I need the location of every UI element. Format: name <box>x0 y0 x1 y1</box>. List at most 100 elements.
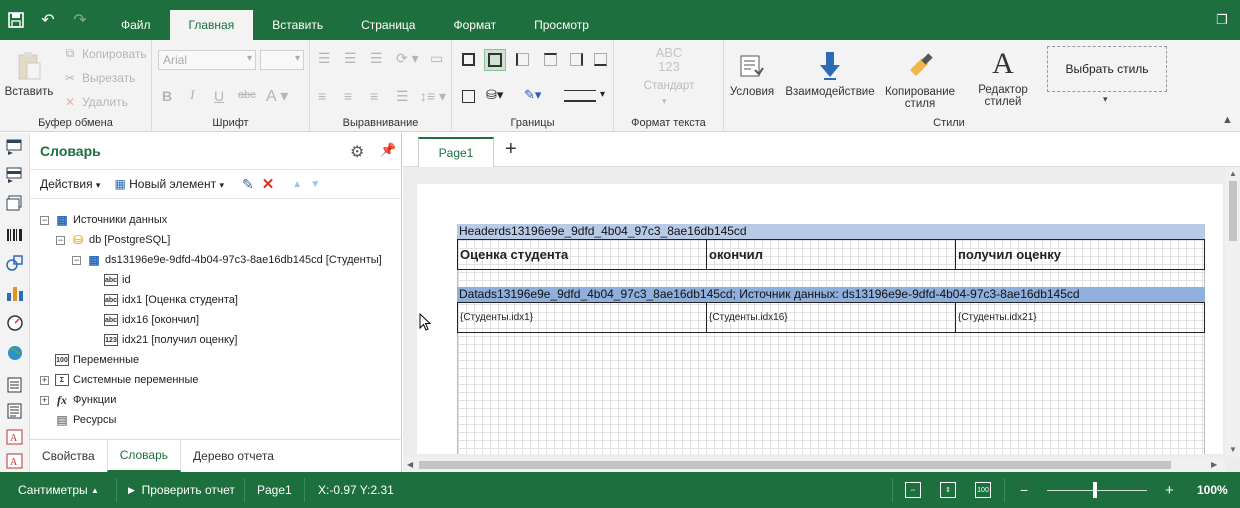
label-icon[interactable]: A <box>6 453 24 469</box>
units-button[interactable]: Сантиметры ▲ <box>18 472 99 508</box>
choose-style-box[interactable]: Выбрать стиль <box>1047 46 1167 92</box>
scroll-up-icon[interactable]: ▲ <box>1229 169 1237 178</box>
pin-icon[interactable]: 📌 <box>380 142 396 158</box>
tab-dictionary[interactable]: Словарь <box>106 440 182 472</box>
wrap-text-icon[interactable]: ▭ <box>430 50 443 67</box>
style-editor-button[interactable]: A Редактор стилей <box>970 48 1036 109</box>
text-box-icon[interactable]: A <box>6 429 24 445</box>
fit-width-icon[interactable]: ⇔ <box>905 482 921 498</box>
border-style-dropdown-icon[interactable]: ▾ <box>600 89 605 100</box>
page-tab-page1[interactable]: Page1 <box>418 137 494 167</box>
paste-button[interactable]: Вставить <box>4 50 54 98</box>
actions-dropdown[interactable]: Действия ▾ <box>40 177 100 191</box>
menu-tab-page[interactable]: Страница <box>342 10 434 40</box>
zoom-slider-thumb[interactable] <box>1093 482 1097 498</box>
zoom-slider-track[interactable] <box>1047 490 1147 491</box>
horizontal-scrollbar[interactable]: ◀ ▶ <box>403 457 1225 472</box>
menu-tab-view[interactable]: Просмотр <box>515 10 608 40</box>
report-page[interactable]: Headerds13196e9e_9dfd_4b04_97c3_8ae16db1… <box>417 184 1223 454</box>
vertical-scrollbar[interactable]: ▲ ▼ <box>1225 167 1240 457</box>
border-color-icon[interactable]: ✎▾ <box>524 87 541 103</box>
zoom-in-button[interactable]: + <box>1165 472 1174 508</box>
expand-icon[interactable]: + <box>40 395 49 405</box>
align-left-icon[interactable]: ☰ <box>318 50 331 67</box>
copy-style-button[interactable]: Копирование стиля <box>884 50 956 110</box>
border-right-icon[interactable] <box>570 53 583 66</box>
no-border-icon[interactable] <box>462 90 475 103</box>
collapse-ribbon-icon[interactable]: ▲ <box>1222 114 1233 126</box>
move-down-icon[interactable]: ▼ <box>310 179 320 190</box>
menu-tab-format[interactable]: Формат <box>434 10 515 40</box>
font-name-combo[interactable]: Arial <box>158 50 256 70</box>
tab-properties[interactable]: Свойства <box>30 440 107 472</box>
horizontal-scroll-thumb[interactable] <box>419 461 1171 469</box>
align-middle-icon[interactable]: ≡ <box>344 88 352 104</box>
align-top-icon[interactable]: ≡ <box>318 88 326 104</box>
text-icon[interactable] <box>6 377 24 393</box>
tree-node-col-idx21[interactable]: 123 idx21 [получил оценку] <box>104 331 238 349</box>
data-cell[interactable]: {Студенты.idx21} <box>956 303 1204 332</box>
italic-icon[interactable]: I <box>190 88 195 104</box>
fit-page-icon[interactable]: ⇕ <box>940 482 956 498</box>
tree-node-col-idx16[interactable]: abc idx16 [окончил] <box>104 311 199 329</box>
tree-node-variables[interactable]: 100 Переменные <box>55 351 139 369</box>
save-icon[interactable] <box>0 0 32 40</box>
underline-icon[interactable]: U <box>214 88 224 104</box>
tree-node-db[interactable]: − ⛁ db [PostgreSQL] <box>56 231 170 249</box>
scroll-down-icon[interactable]: ▼ <box>1229 445 1237 454</box>
band-data-icon[interactable] <box>6 167 24 183</box>
band-copy-icon[interactable] <box>6 195 24 211</box>
menu-tab-insert[interactable]: Вставить <box>253 10 342 40</box>
tab-report-tree[interactable]: Дерево отчета <box>181 440 286 472</box>
restore-window-icon[interactable]: ❐ <box>1204 0 1240 40</box>
zoom-100-icon[interactable]: 100 <box>975 482 991 498</box>
chart-icon[interactable] <box>6 285 24 301</box>
gauge-icon[interactable] <box>6 315 24 331</box>
add-page-icon[interactable]: + <box>505 138 517 161</box>
tree-node-col-idx1[interactable]: abc idx1 [Оценка студента] <box>104 291 238 309</box>
interaction-button[interactable]: Взаимодействие <box>782 50 878 98</box>
menu-tab-home[interactable]: Главная <box>169 10 254 40</box>
menu-tab-file[interactable]: Файл <box>102 10 170 40</box>
tree-node-system-variables[interactable]: + Σ Системные переменные <box>40 371 199 389</box>
border-bottom-icon[interactable] <box>594 53 607 66</box>
text-format-preview[interactable]: ABC 123 <box>646 46 692 74</box>
align-center-icon[interactable]: ☰ <box>344 50 357 67</box>
check-report-button[interactable]: ▶ Проверить отчет <box>128 472 235 508</box>
header-cell[interactable]: Оценка студента <box>458 240 707 269</box>
strikethrough-icon[interactable]: abc <box>238 89 256 101</box>
header-cell[interactable]: получил оценку <box>956 240 1204 269</box>
data-cell[interactable]: {Студенты.idx16} <box>707 303 956 332</box>
data-band-title[interactable]: Datads13196e9e_9dfd_4b04_97c3_8ae16db145… <box>457 287 1205 302</box>
border-top-icon[interactable] <box>544 53 557 66</box>
cut-button[interactable]: ✂ Вырезать <box>62 71 135 85</box>
collapse-icon[interactable]: − <box>56 235 65 245</box>
border-left-icon[interactable] <box>516 53 529 66</box>
vertical-scroll-thumb[interactable] <box>1229 181 1237 241</box>
tree-node-col-id[interactable]: abc id <box>104 271 131 289</box>
justify-icon[interactable]: ☰ <box>396 88 409 105</box>
tree-node-datasource[interactable]: − ▦ ds13196e9e-9dfd-4b04-97c3-8ae16db145… <box>72 251 382 269</box>
tree-node-data-sources[interactable]: − ▦ Источники данных <box>40 211 167 229</box>
rotate-text-icon[interactable]: ⟳ ▾ <box>396 50 419 67</box>
gear-icon[interactable]: ⚙ <box>350 142 364 162</box>
text-format-standard[interactable]: Стандарт <box>636 80 702 92</box>
choose-style-dropdown-icon[interactable]: ▾ <box>1103 94 1108 105</box>
tree-node-functions[interactable]: + fx Функции <box>40 391 116 409</box>
scroll-right-icon[interactable]: ▶ <box>1211 460 1217 469</box>
border-all-icon[interactable] <box>462 53 475 66</box>
conditions-button[interactable]: Условия <box>728 50 776 98</box>
undo-icon[interactable]: ↶ <box>32 0 64 40</box>
scroll-left-icon[interactable]: ◀ <box>407 460 413 469</box>
delete-element-icon[interactable]: ✕ <box>262 175 275 193</box>
move-up-icon[interactable]: ▲ <box>292 179 302 190</box>
expand-icon[interactable]: + <box>40 375 49 385</box>
barcode-icon[interactable] <box>6 227 24 243</box>
bold-icon[interactable]: B <box>162 88 172 104</box>
redo-icon[interactable]: ↷ <box>64 0 96 40</box>
data-cell[interactable]: {Студенты.idx1} <box>458 303 707 332</box>
line-spacing-icon[interactable]: ↕≡ ▾ <box>420 88 446 105</box>
border-style-icon[interactable] <box>564 90 596 102</box>
header-band-title[interactable]: Headerds13196e9e_9dfd_4b04_97c3_8ae16db1… <box>457 224 1205 239</box>
align-right-icon[interactable]: ☰ <box>370 50 383 67</box>
